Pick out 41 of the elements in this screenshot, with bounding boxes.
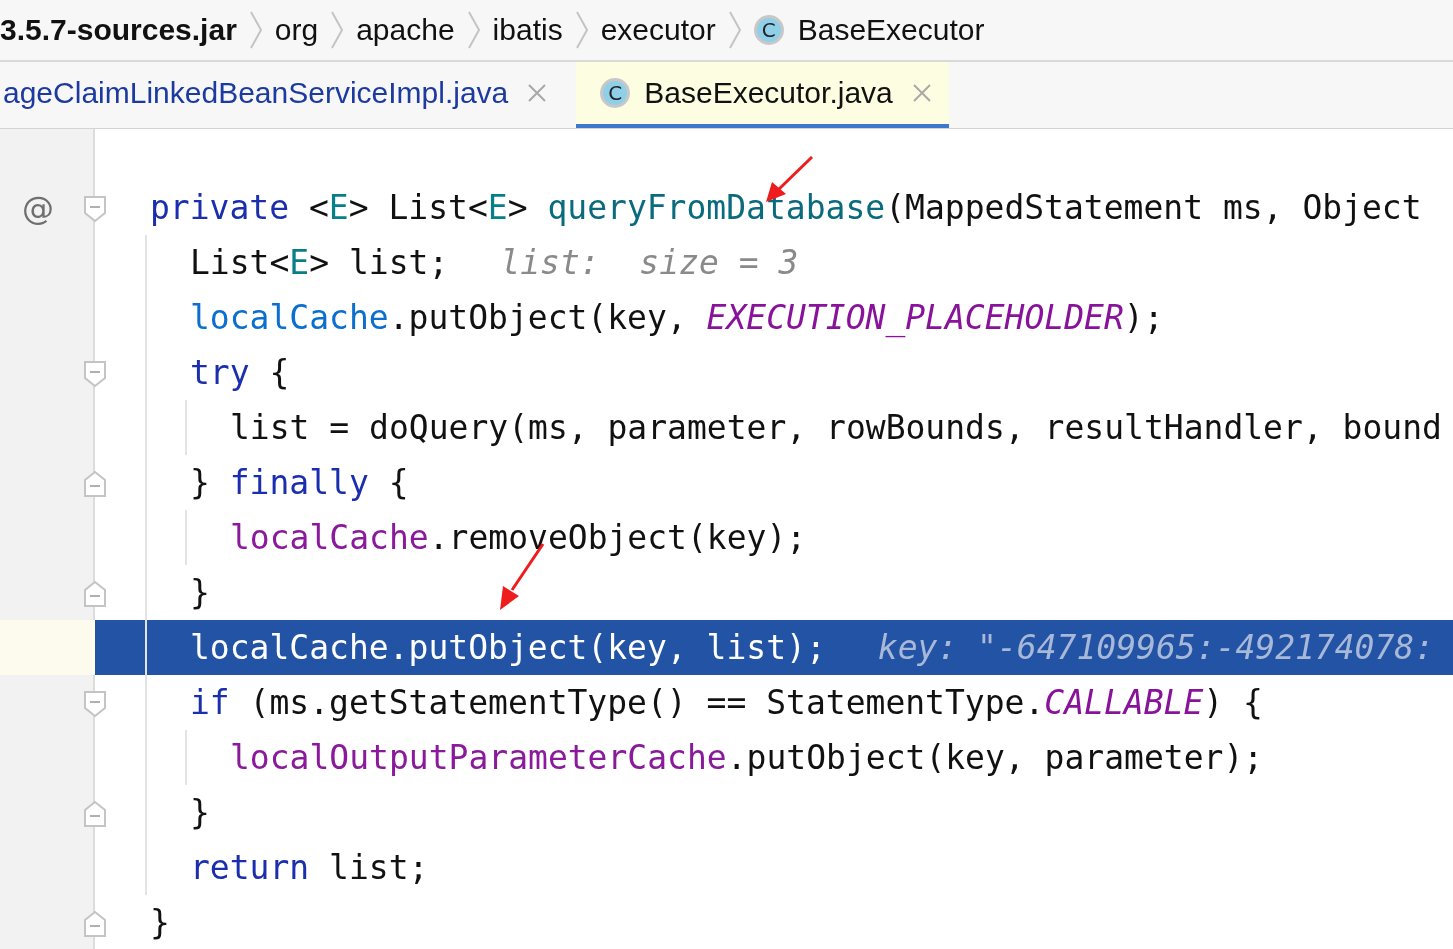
code-line: localCache.removeObject(key); — [230, 518, 807, 557]
code-line: list = doQuery(ms, parameter, rowBounds, resultHandler, bound — [230, 408, 1442, 447]
chevron-icon — [248, 10, 263, 50]
chevron-icon — [727, 10, 742, 50]
fold-icon[interactable] — [82, 469, 108, 499]
fold-icon[interactable] — [82, 799, 108, 829]
close-icon[interactable] — [526, 82, 549, 104]
chevron-icon — [466, 10, 481, 50]
fold-icon[interactable] — [82, 194, 108, 224]
class-icon: C — [600, 78, 631, 108]
code-line: } — [190, 573, 210, 612]
breadcrumb-item[interactable]: org — [274, 13, 319, 47]
code-line: if (ms.getStatementType() == StatementType.CALLABLE) { — [190, 683, 1263, 722]
code-line: } finally { — [190, 463, 409, 502]
chevron-icon — [330, 10, 345, 50]
breadcrumb-item[interactable]: executor — [600, 13, 716, 47]
breadcrumb-item[interactable]: BaseExecutor — [797, 13, 985, 47]
fold-icon[interactable] — [82, 909, 108, 939]
editor-tab[interactable]: C BaseExecutor.java — [576, 62, 949, 128]
close-icon[interactable] — [910, 82, 933, 104]
code-line: localCache.putObject(key, EXECUTION_PLACEHOLDER); — [190, 298, 1164, 337]
code-line: localOutputParameterCache.putObject(key, parameter); — [230, 738, 1264, 777]
code-line: } — [150, 903, 170, 942]
editor-tab[interactable]: ageClaimLinkedBeanServiceImpl.java — [0, 62, 565, 128]
class-icon: C — [753, 15, 784, 45]
breadcrumb-item[interactable]: 3.5.7-sources.jar — [0, 13, 237, 47]
fold-icon[interactable] — [82, 689, 108, 719]
debug-value-hint: key: "-647109965:-492174078: — [877, 628, 1435, 667]
breadcrumb-item[interactable]: ibatis — [492, 13, 563, 47]
chevron-icon — [574, 10, 589, 50]
code-line: return list; — [190, 848, 429, 887]
code-line: localCache.putObject(key, list); — [190, 628, 826, 667]
code-line: private <E> List<E> queryFromDatabase(MappedStatement ms, Object — [150, 188, 1422, 227]
debug-value-hint: list: size = 3 — [500, 243, 799, 282]
code-line: try { — [190, 353, 290, 392]
override-marker[interactable]: @ — [22, 188, 54, 227]
code-line: List<E> list; — [190, 243, 449, 282]
code-line: } — [190, 793, 210, 832]
fold-icon[interactable] — [82, 359, 108, 389]
fold-icon[interactable] — [82, 579, 108, 609]
breadcrumb-item[interactable]: apache — [356, 13, 455, 47]
